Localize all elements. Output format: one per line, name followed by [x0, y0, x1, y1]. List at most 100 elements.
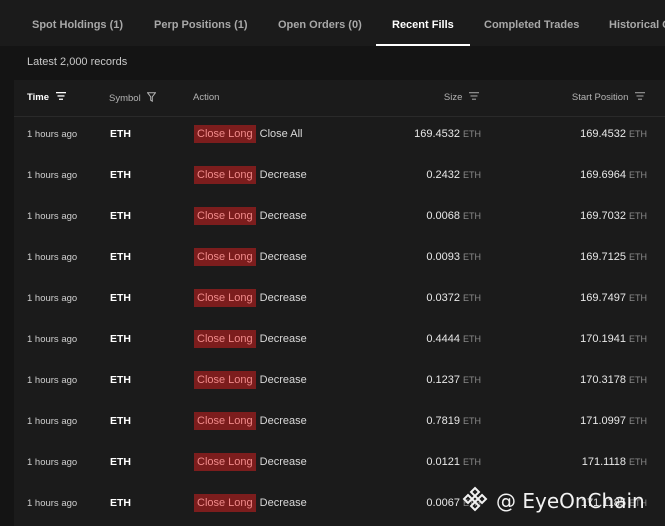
fill-size-value: 0.0068 [426, 210, 460, 222]
column-header-time-label: Time [27, 92, 50, 104]
fill-size-value: 0.0067 [426, 497, 460, 509]
fill-time: 1 hours ago [27, 211, 78, 222]
table-header: Time Symbol Action Size Start Position [14, 80, 665, 117]
fill-action-detail: Decrease [259, 292, 307, 304]
fill-action-detail: Decrease [259, 415, 307, 427]
fill-size-value: 0.0093 [426, 251, 460, 263]
fill-symbol[interactable]: ETH [110, 169, 131, 181]
fill-size-unit: ETH [463, 129, 481, 139]
table-row[interactable]: 1 hours ago ETH Close Long Decrease 0.009… [14, 239, 665, 280]
table-row[interactable]: 1 hours ago ETH Close Long Decrease 0.444… [14, 321, 665, 362]
fill-action: Close Long Close All [194, 125, 302, 143]
fill-action: Close Long Decrease [194, 248, 307, 266]
binance-diamond-logo [462, 486, 496, 517]
fill-size: 0.0093 ETH [426, 251, 481, 263]
fill-symbol[interactable]: ETH [110, 374, 131, 386]
filter-funnel-icon[interactable] [146, 92, 157, 105]
fill-size: 0.1237 ETH [426, 374, 481, 386]
fill-size-unit: ETH [463, 293, 481, 303]
fill-size-value: 0.2432 [426, 169, 460, 181]
fill-symbol[interactable]: ETH [110, 128, 131, 140]
fill-action-detail: Decrease [259, 497, 307, 509]
fill-start-unit: ETH [629, 334, 647, 344]
column-header-start-position[interactable]: Start Position [572, 92, 645, 103]
fill-symbol[interactable]: ETH [110, 210, 131, 222]
column-header-time[interactable]: Time [27, 92, 66, 103]
fill-size-value: 0.0121 [426, 456, 460, 468]
fill-action-detail: Decrease [259, 169, 307, 181]
table-row[interactable]: 1 hours ago ETH Close Long Decrease 0.012… [14, 444, 665, 485]
fill-action: Close Long Decrease [194, 412, 307, 430]
fill-size: 0.4444 ETH [426, 333, 481, 345]
fill-size-value: 0.0372 [426, 292, 460, 304]
fill-start-value: 170.3178 [580, 374, 626, 386]
records-bar: Latest 2,000 records [0, 46, 665, 80]
table-row[interactable]: 1 hours ago ETH Close Long Decrease 0.781… [14, 403, 665, 444]
fill-size: 0.7819 ETH [426, 415, 481, 427]
fill-start-position: 169.7125 ETH [580, 251, 647, 263]
table-row[interactable]: 1 hours ago ETH Close Long Decrease 0.123… [14, 362, 665, 403]
table-row[interactable]: 1 hours ago ETH Close Long Decrease 0.037… [14, 280, 665, 321]
fill-action: Close Long Decrease [194, 494, 307, 512]
table-row[interactable]: 1 hours ago ETH Close Long Decrease 0.243… [14, 157, 665, 198]
tab-perp-positions[interactable]: Perp Positions (1) [154, 0, 248, 46]
close-long-badge: Close Long [194, 248, 256, 266]
tab-recent-fills[interactable]: Recent Fills [376, 0, 470, 46]
fill-symbol[interactable]: ETH [110, 497, 131, 509]
column-header-size[interactable]: Size [444, 92, 479, 103]
fill-start-value: 169.4532 [580, 128, 626, 140]
fill-start-position: 170.3178 ETH [580, 374, 647, 386]
fill-action-detail: Decrease [259, 456, 307, 468]
sort-lines-icon[interactable] [469, 92, 479, 103]
table-row[interactable]: 1 hours ago ETH Close Long Close All 169.… [14, 116, 665, 157]
fill-symbol[interactable]: ETH [110, 456, 131, 468]
fill-start-unit: ETH [629, 252, 647, 262]
close-long-badge: Close Long [194, 289, 256, 307]
fill-action-detail: Decrease [259, 333, 307, 345]
column-header-action: Action [193, 92, 220, 103]
column-header-symbol-label: Symbol [109, 93, 141, 105]
table-row[interactable]: 1 hours ago ETH Close Long Decrease 0.006… [14, 198, 665, 239]
fill-start-position: 171.0997 ETH [580, 415, 647, 427]
tab-completed-trades[interactable]: Completed Trades [484, 0, 579, 46]
close-long-badge: Close Long [194, 494, 256, 512]
fill-size-value: 169.4532 [414, 128, 460, 140]
close-long-badge: Close Long [194, 412, 256, 430]
fill-symbol[interactable]: ETH [110, 333, 131, 345]
fill-start-position: 169.7497 ETH [580, 292, 647, 304]
tab-open-orders[interactable]: Open Orders (0) [278, 0, 362, 46]
fill-action: Close Long Decrease [194, 371, 307, 389]
records-count-label: Latest 2,000 records [27, 56, 128, 68]
fill-start-position: 169.4532 ETH [580, 128, 647, 140]
sort-lines-icon[interactable] [635, 92, 645, 103]
column-header-start-position-label: Start Position [571, 92, 629, 104]
fill-size-unit: ETH [463, 334, 481, 344]
fill-start-value: 171.1118 [581, 456, 626, 468]
fill-size-unit: ETH [463, 416, 481, 426]
fill-symbol[interactable]: ETH [110, 251, 131, 263]
fill-size-unit: ETH [463, 211, 481, 221]
fill-action-detail: Decrease [259, 374, 307, 386]
fill-size: 169.4532 ETH [414, 128, 481, 140]
fill-time: 1 hours ago [27, 252, 78, 263]
fill-action: Close Long Decrease [194, 207, 307, 225]
fill-start-unit: ETH [629, 211, 647, 221]
fill-symbol[interactable]: ETH [110, 292, 131, 304]
fill-symbol[interactable]: ETH [110, 415, 131, 427]
fill-size-unit: ETH [463, 170, 481, 180]
close-long-badge: Close Long [194, 207, 256, 225]
fill-time: 1 hours ago [27, 293, 78, 304]
fill-start-value: 169.6964 [580, 169, 626, 181]
fill-start-position: 170.1941 ETH [580, 333, 647, 345]
fill-size: 0.0121 ETH [426, 456, 481, 468]
fill-size: 0.0372 ETH [426, 292, 481, 304]
fill-action: Close Long Decrease [194, 166, 307, 184]
sort-lines-icon[interactable] [55, 92, 66, 103]
tab-spot-holdings[interactable]: Spot Holdings (1) [32, 0, 123, 46]
fill-size-value: 0.7819 [426, 415, 460, 427]
column-header-symbol[interactable]: Symbol [109, 92, 157, 105]
close-long-badge: Close Long [194, 125, 256, 143]
tab-historical-orders[interactable]: Historical O [609, 0, 665, 46]
fill-time: 1 hours ago [27, 129, 78, 140]
close-long-badge: Close Long [194, 330, 256, 348]
